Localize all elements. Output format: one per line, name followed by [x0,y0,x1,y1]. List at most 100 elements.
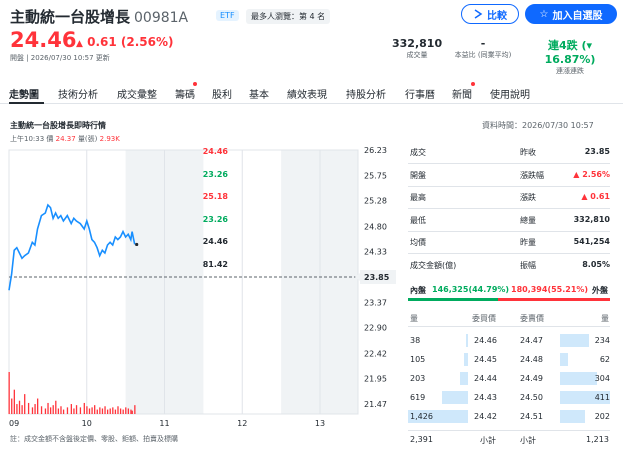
book-ask: 24.50 [520,393,543,402]
add-watchlist-button[interactable]: ☆ 加入自選股 [525,4,617,24]
volume-bar [66,407,69,414]
bid-depth-bar [466,334,468,347]
book-bid: 24.44 [474,374,497,383]
volume-bar [127,408,130,414]
bid-depth-bar [463,353,468,366]
chart-title: 主動統一台股增長即時行情 [10,121,106,130]
quote-label: 漲跌 [520,193,536,202]
inner-outer-bar [408,298,610,301]
legend-vol-label: 量(張) [77,135,98,143]
volume-bar [40,406,43,414]
tab-technical[interactable]: 技術分析 [58,86,98,101]
quote-value: 24.46 [202,147,228,156]
book-ask-vol: 202 [594,412,610,421]
ask-depth-bar [560,353,568,366]
quote-label: 開盤 [410,170,426,180]
volume-bar [57,408,60,414]
quote-label: 昨收 [520,148,536,157]
star-icon: ☆ [539,8,549,20]
volume-bar [16,404,18,414]
last-price-marker [135,242,139,247]
stock-title: 主動統一台股增長 00981A [10,6,188,27]
legend-time: 上午10:33 [10,135,45,143]
quote-value: 81.42 [202,259,228,269]
volume-bar [119,408,122,414]
tab-news[interactable]: 新聞 [452,86,472,101]
price-change-value: 0.61 (2.56%) [87,35,174,49]
data-time: 資料時間：2026/07/30 10:57 [482,121,594,130]
tab-chart[interactable]: 走勢圖 [9,86,39,101]
quote-value: 23.26 [202,169,228,179]
quote-value: 25.18 [202,192,228,201]
divider [408,326,610,327]
tab-dividend[interactable]: 股利 [212,86,232,101]
inner-value: 146,325(44.79%) [432,285,510,294]
volume-bar [18,400,21,414]
y-tick-label: 21.47 [364,400,387,409]
chart-footnote: 註：成交金額不含盤後定價、零股、鉅額、拍賣及標購 [10,435,178,443]
volume-bar [104,406,106,414]
tab-help[interactable]: 使用說明 [490,86,530,101]
volume-bar [131,410,133,414]
quote-label: 漲跌幅 [520,170,544,180]
tab-holdings[interactable]: 持股分析 [346,86,386,101]
volume-bar [8,372,10,414]
tab-basic[interactable]: 基本 [249,86,269,101]
volume-bar [31,407,34,414]
y-tick-label: 23.37 [364,299,387,308]
total-ask: 1,213 [586,435,609,444]
quote-value: 24.46 [202,237,228,246]
compare-button[interactable]: 比較 [461,4,519,24]
volume-bar [125,407,127,414]
intraday-chart[interactable]: 09 10 11 12 13 26.23 25.75 25.28 24.80 24.33 23.85… [0,144,400,432]
etf-badge: ETF [216,10,239,21]
quote-label: 振幅 [520,260,536,270]
volume-bar [91,407,93,414]
x-tick-label: 10 [82,419,92,428]
divider [408,430,610,431]
volume-bar [96,409,98,414]
quote-label: 成交金額(億) [410,260,457,270]
volume-bar [11,398,13,414]
volume-bar [27,402,30,414]
bid-depth-bar [459,372,468,385]
total-bid: 2,391 [410,435,433,444]
quote-value: ▲ 0.61 [581,192,610,201]
stat-pe: - 本益比 (同業平均) [449,37,517,60]
volume-bar [62,409,65,414]
tab-trades[interactable]: 成交彙整 [117,86,157,101]
book-ask-vol: 234 [594,336,610,345]
book-ask-vol: 62 [599,355,610,364]
volume-bar [106,409,109,414]
volume-bar [75,405,78,414]
quote-value: 23.85 [584,147,610,156]
book-bid: 24.45 [474,355,497,364]
volume-bar [83,402,85,414]
volume-bar [79,407,82,414]
outer-label: 外盤 [592,286,608,295]
quote-label: 成交 [410,148,426,157]
volume-bar [114,409,117,414]
y-tick-label: 26.23 [364,146,387,155]
y-tick-label: 25.28 [364,197,387,206]
book-ask: 24.49 [520,374,543,383]
y-tick-label: 24.33 [364,247,387,256]
x-tick-label: 12 [237,419,247,428]
total-bid-label: 小計 [480,436,496,445]
ask-depth-bar [560,334,589,347]
volume-bar [117,406,119,414]
volume-bar [112,407,114,414]
volume-bar [37,398,39,414]
stat-label: 成交量 [406,51,428,59]
y-tick-label: 24.80 [364,222,387,231]
book-ask: 24.47 [520,336,543,345]
tab-performance[interactable]: 績效表現 [287,86,327,101]
outer-value: 180,394(55.21%) [511,285,589,294]
stock-code: 00981A [134,10,189,26]
tab-calendar[interactable]: 行事曆 [405,86,435,101]
stat-label: 連漲連跌 [556,67,584,75]
book-bid-vol: 1,426 [410,412,433,421]
ask-depth-bar [560,372,597,385]
tab-chips[interactable]: 籌碼 [175,86,195,101]
volume-bar [101,408,104,414]
